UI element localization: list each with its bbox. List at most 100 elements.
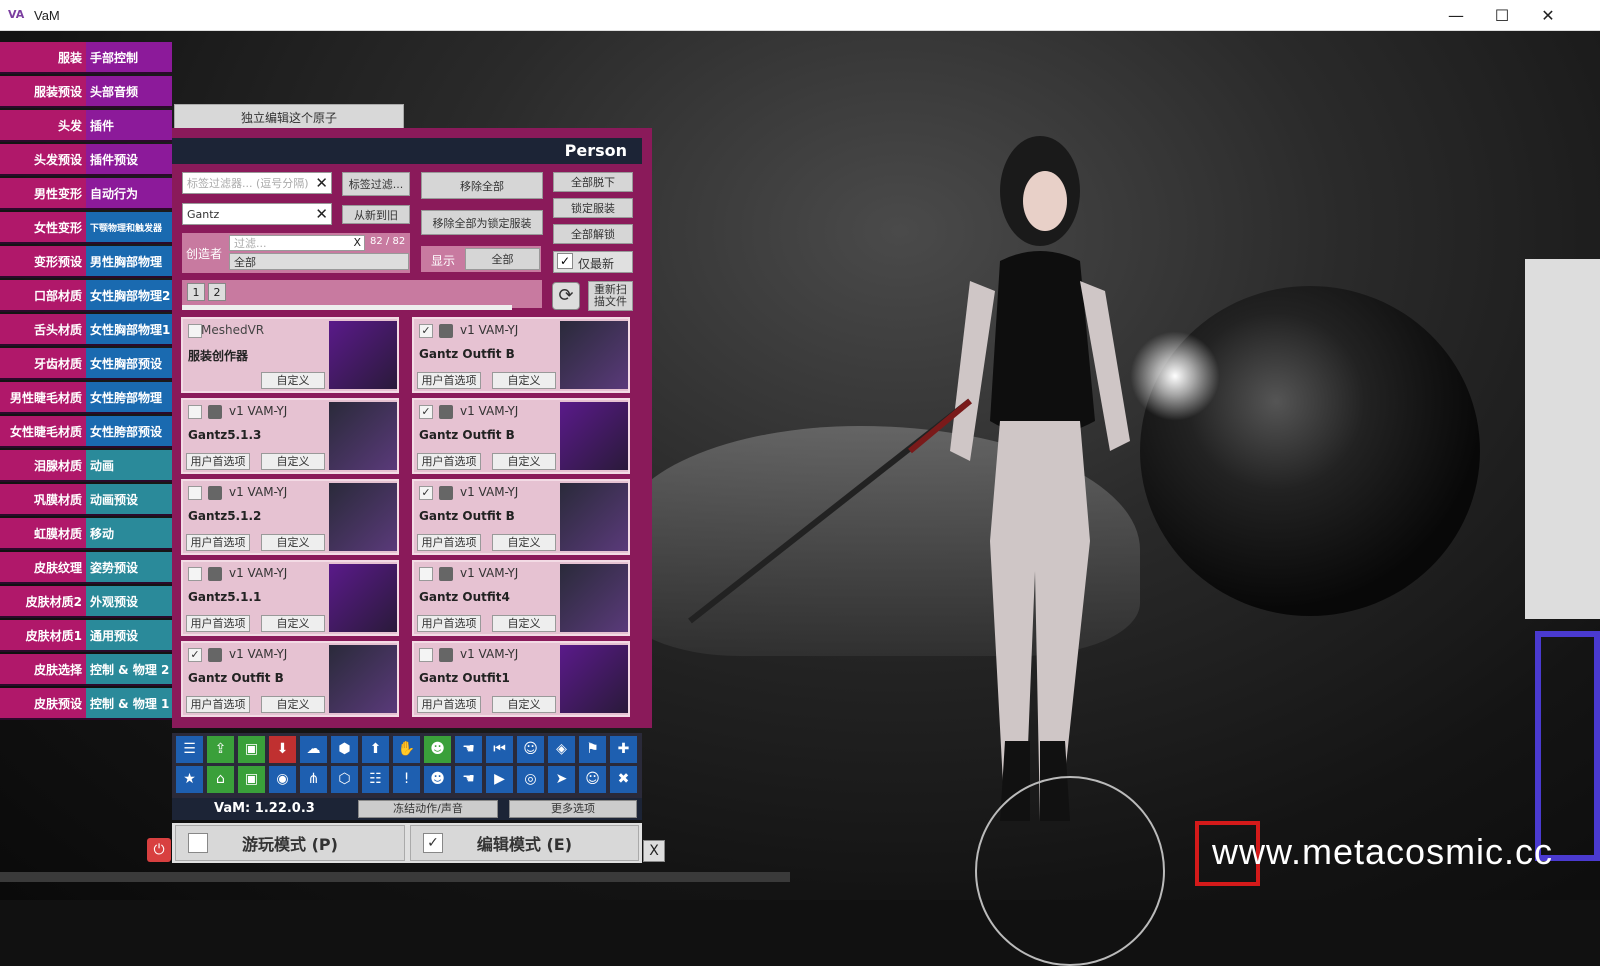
remove-all-locked-button[interactable]: 移除全部为锁定服装 <box>421 210 543 235</box>
unlock-all-button[interactable]: 全部解锁 <box>553 224 633 244</box>
menu-tab-left[interactable]: 男性变形 <box>0 178 86 210</box>
item-enable-checkbox[interactable] <box>419 567 433 581</box>
user-prefs-button[interactable]: 用户首选项 <box>417 453 481 470</box>
user-prefs-button[interactable]: 用户首选项 <box>417 534 481 551</box>
save-icon[interactable]: ⬇ <box>269 736 296 763</box>
gallery-icon[interactable]: ▣ <box>238 766 265 793</box>
grab-icon[interactable]: ☚ <box>455 736 482 763</box>
user-prefs-button[interactable]: 用户首选项 <box>186 453 250 470</box>
flag-icon[interactable]: ⚑ <box>579 736 606 763</box>
menu-tab-right[interactable]: 女性胯部预设 <box>86 416 172 448</box>
menu-tab-right[interactable]: 女性胸部物理1 <box>86 314 172 346</box>
user-prefs-button[interactable]: 用户首选项 <box>417 696 481 713</box>
undress-all-button[interactable]: 全部脱下 <box>553 172 633 192</box>
menu-tab-left[interactable]: 皮肤选择 <box>0 654 86 686</box>
menu-tab-left[interactable]: 服装 <box>0 42 86 74</box>
menu-tab-right[interactable]: 控制 & 物理 1 <box>86 688 172 720</box>
upload-icon[interactable]: ⬆ <box>362 736 389 763</box>
item-enable-checkbox[interactable] <box>188 324 202 338</box>
close-panel-button[interactable]: X <box>643 840 665 862</box>
menu-tab-right[interactable]: 头部音频 <box>86 76 172 108</box>
unity-icon[interactable]: ◈ <box>548 736 575 763</box>
person-settings-icon[interactable]: ☻ <box>424 766 451 793</box>
hand-icon[interactable]: ✋ <box>393 736 420 763</box>
more-options-button[interactable]: 更多选项 <box>509 800 637 818</box>
menu-tab-left[interactable]: 变形预设 <box>0 246 86 278</box>
lock-clothing-button[interactable]: 锁定服装 <box>553 198 633 218</box>
customize-button[interactable]: 自定义 <box>492 615 556 632</box>
menu-tab-right[interactable]: 移动 <box>86 518 172 550</box>
item-enable-checkbox[interactable]: ✓ <box>419 486 433 500</box>
clear-search-icon[interactable]: ✕ <box>315 205 328 223</box>
play-mode-button[interactable]: 游玩模式 (P) <box>175 825 405 861</box>
user-prefs-button[interactable]: 用户首选项 <box>186 534 250 551</box>
menu-tab-right[interactable]: 男性胸部物理 <box>86 246 172 278</box>
clothing-item[interactable]: MeshedVR 服装创作器 自定义 <box>181 317 399 393</box>
menu-tab-right[interactable]: 女性胸部预设 <box>86 348 172 380</box>
sort-button[interactable]: 从新到旧 <box>342 205 410 224</box>
menu-tab-right[interactable]: 插件预设 <box>86 144 172 176</box>
cursor-icon[interactable]: ➤ <box>548 766 575 793</box>
clothing-item[interactable]: ✓ v1 VAM-YJ Gantz Outfit B 用户首选项 自定义 <box>412 479 630 555</box>
edit-mode-check-icon[interactable]: ✓ <box>423 833 443 853</box>
clothing-item[interactable]: v1 VAM-YJ Gantz5.1.2 用户首选项 自定义 <box>181 479 399 555</box>
tools-icon[interactable]: ✖ <box>610 766 637 793</box>
menu-tab-right[interactable]: 动画预设 <box>86 484 172 516</box>
user-prefs-button[interactable]: 用户首选项 <box>417 615 481 632</box>
tag-filter-input[interactable]: 标签过滤器... (逗号分隔) ✕ <box>182 172 332 194</box>
show-select[interactable]: 全部 <box>465 248 540 270</box>
menu-tab-left[interactable]: 头发预设 <box>0 144 86 176</box>
menu-tab-left[interactable]: 头发 <box>0 110 86 142</box>
edit-mode-button[interactable]: ✓ 编辑模式 (E) <box>410 825 639 861</box>
menu-tab-left[interactable]: 虹膜材质 <box>0 518 86 550</box>
menu-tab-right[interactable]: 下颚物理和触发器 <box>86 212 172 244</box>
menu-tab-left[interactable]: 口部材质 <box>0 280 86 312</box>
tag-filter-button[interactable]: 标签过滤... <box>342 172 410 196</box>
customize-button[interactable]: 自定义 <box>261 696 325 713</box>
creator-select[interactable]: 全部 <box>229 253 409 270</box>
transform-gizmo[interactable] <box>975 776 1165 966</box>
user-prefs-button[interactable]: 用户首选项 <box>417 372 481 389</box>
only-latest-toggle[interactable]: ✓ 仅最新 <box>553 251 633 273</box>
clear-tag-filter-icon[interactable]: ✕ <box>315 174 328 192</box>
cube-icon[interactable]: ⬢ <box>331 736 358 763</box>
page-1-button[interactable]: 1 <box>187 283 205 301</box>
person-icon[interactable]: ☺ <box>517 736 544 763</box>
people-icon[interactable]: ☺ <box>579 766 606 793</box>
customize-button[interactable]: 自定义 <box>492 372 556 389</box>
menu-tab-left[interactable]: 男性睫毛材质 <box>0 382 86 414</box>
customize-button[interactable]: 自定义 <box>261 534 325 551</box>
menu-icon[interactable]: ☰ <box>176 736 203 763</box>
menu-tab-left[interactable]: 泪腺材质 <box>0 450 86 482</box>
menu-tab-left[interactable]: 皮肤材质1 <box>0 620 86 652</box>
clothing-item[interactable]: v1 VAM-YJ Gantz5.1.3 用户首选项 自定义 <box>181 398 399 474</box>
menu-tab-left[interactable]: 服装预设 <box>0 76 86 108</box>
menu-tab-left[interactable]: 舌头材质 <box>0 314 86 346</box>
menu-tab-left[interactable]: 巩膜材质 <box>0 484 86 516</box>
rescan-button[interactable]: 重新扫描文件 <box>588 281 633 311</box>
customize-button[interactable]: 自定义 <box>261 453 325 470</box>
menu-tab-right[interactable]: 控制 & 物理 2 <box>86 654 172 686</box>
customize-button[interactable]: 自定义 <box>492 453 556 470</box>
item-enable-checkbox[interactable] <box>188 405 202 419</box>
clothing-item[interactable]: ✓ v1 VAM-YJ Gantz Outfit B 用户首选项 自定义 <box>412 398 630 474</box>
screenshot-icon[interactable]: ◉ <box>269 766 296 793</box>
pointer-icon[interactable]: ☚ <box>455 766 482 793</box>
menu-tab-left[interactable]: 女性睫毛材质 <box>0 416 86 448</box>
item-enable-checkbox[interactable] <box>188 486 202 500</box>
clothing-item[interactable]: v1 VAM-YJ Gantz Outfit4 用户首选项 自定义 <box>412 560 630 636</box>
close-button[interactable]: ✕ <box>1525 0 1571 31</box>
clothing-item[interactable]: v1 VAM-YJ Gantz Outfit1 用户首选项 自定义 <box>412 641 630 717</box>
item-enable-checkbox[interactable]: ✓ <box>188 648 202 662</box>
menu-tab-right[interactable]: 外观预设 <box>86 586 172 618</box>
load-icon[interactable]: ⌂ <box>207 766 234 793</box>
customize-button[interactable]: 自定义 <box>492 534 556 551</box>
add-icon[interactable]: ✚ <box>610 736 637 763</box>
customize-button[interactable]: 自定义 <box>261 372 325 389</box>
item-enable-checkbox[interactable]: ✓ <box>419 324 433 338</box>
only-latest-check-icon[interactable]: ✓ <box>557 253 573 269</box>
favorite-icon[interactable]: ★ <box>176 766 203 793</box>
play-mode-check[interactable] <box>188 833 208 853</box>
clothing-item[interactable]: v1 VAM-YJ Gantz5.1.1 用户首选项 自定义 <box>181 560 399 636</box>
power-icon[interactable]: ⏻ <box>147 838 171 862</box>
